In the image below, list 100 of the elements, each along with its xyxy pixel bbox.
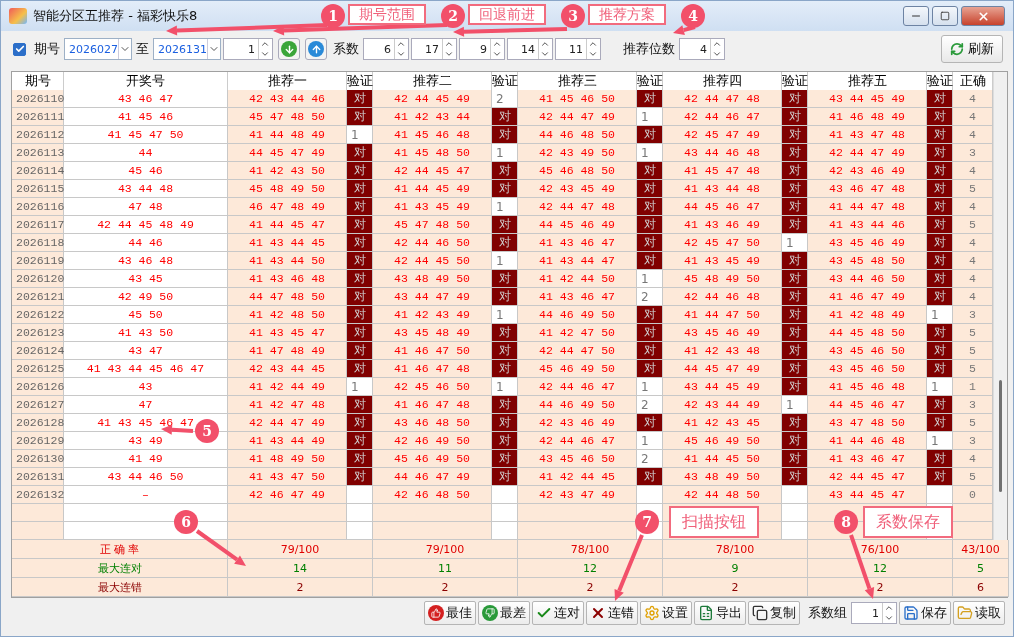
recommendation-cell: 41 45 48 50 [373,144,492,162]
verify-cell: 对 [347,450,373,468]
period-checkbox[interactable] [13,42,26,56]
summary-value: 9 [663,559,808,578]
arrow-down-icon [281,41,297,57]
toolbar-button[interactable]: 最佳 [424,601,476,625]
number-spinner[interactable]: 4 [679,38,725,60]
verify-cell: 对 [637,414,663,432]
period-cell: 2026122 [12,306,64,324]
to-period-dropdown[interactable]: 2026131 [153,38,221,60]
recommendation-cell: 43 47 48 50 [808,414,927,432]
draw-cell: 43 44 48 [64,180,228,198]
recommendation-cell: 44 45 46 47 [663,198,782,216]
period-cell: 2026127 [12,396,64,414]
back-button[interactable] [278,38,300,60]
correct-cell: 0 [953,486,993,504]
recommendation-cell: 41 45 46 50 [518,90,637,108]
recommendation-cell: 42 44 47 49 [518,108,637,126]
summary-label: 正 确 率 [12,540,228,559]
summary-value: 76/100 [808,540,953,559]
toolbar-button[interactable]: 复制 [748,601,800,625]
recommendation-cell: 41 43 46 47 [518,288,637,306]
recommendation-cell: 41 42 43 49 [373,306,492,324]
recommendation-cell: 41 48 49 50 [228,450,347,468]
period-cell: 2026131 [12,468,64,486]
correct-cell: 4 [953,126,993,144]
correct-cell: 4 [953,90,993,108]
digits-label: 推荐位数 [623,40,675,58]
verify-cell: 对 [637,468,663,486]
verify-cell: 2 [637,450,663,468]
verify-cell: 1 [347,126,373,144]
recommendation-cell: 42 43 47 49 [518,486,637,504]
recommendation-cell: 44 45 47 49 [663,360,782,378]
number-spinner[interactable]: 1 [223,38,273,60]
recommendation-cell: 41 44 45 49 [373,180,492,198]
draw-cell: 45 46 [64,162,228,180]
summary-value: 2 [228,578,373,597]
number-spinner[interactable]: 6 [363,38,409,60]
draw-cell: 43 [64,378,228,396]
recommendation-cell: 41 42 44 50 [518,270,637,288]
forward-button[interactable] [305,38,327,60]
window-title: 智能分区五推荐 - 福彩快乐8 [33,7,198,25]
toolbar-button[interactable]: 连对 [532,601,584,625]
toolbar-button[interactable]: 设置 [640,601,692,625]
verify-cell: 对 [492,126,518,144]
checkmark-icon [14,44,25,54]
verify-cell: 对 [347,396,373,414]
verify-cell: 对 [347,90,373,108]
verify-cell: 对 [637,306,663,324]
draw-cell: 47 [64,396,228,414]
summary-label: 最大连错 [12,578,228,597]
verify-cell: 对 [347,234,373,252]
number-spinner[interactable]: 14 [507,38,553,60]
draw-cell: 41 45 46 [64,108,228,126]
recommendation-cell: 44 46 49 50 [518,396,637,414]
recommendation-cell: 44 46 49 50 [518,306,637,324]
period-cell: 2026110 [12,90,64,108]
correct-cell: 5 [953,342,993,360]
from-period-dropdown[interactable]: 2026027 [64,38,132,60]
scrollbar[interactable] [993,72,1007,540]
pointer-arrow [195,529,246,566]
summary-label: 最大连对 [12,559,228,578]
verify-cell: 对 [347,432,373,450]
verify-cell: 对 [927,270,953,288]
verify-cell: 对 [782,90,808,108]
verify-cell: 对 [492,108,518,126]
summary-value: 5 [953,559,1009,578]
recommendation-cell: 41 43 45 47 [228,324,347,342]
recommendation-cell: 42 45 46 50 [373,378,492,396]
verify-cell: 对 [492,360,518,378]
recommendation-cell: 41 46 47 48 [373,360,492,378]
verify-cell: 对 [347,270,373,288]
number-spinner[interactable]: 1 [851,602,897,624]
correct-cell: 5 [953,414,993,432]
toolbar-button[interactable]: 连错 [586,601,638,625]
number-spinner[interactable]: 11 [555,38,601,60]
recommendation-cell: 43 44 47 49 [373,288,492,306]
recommendation-cell: 44 45 46 49 [518,216,637,234]
summary-value: 78/100 [518,540,663,559]
verify-cell: 对 [347,414,373,432]
verify-cell: 对 [492,234,518,252]
recommendation-cell: 42 44 46 48 [663,288,782,306]
arrow-up-icon [308,41,324,57]
correct-cell: 5 [953,468,993,486]
toolbar-button[interactable]: 最差 [478,601,530,625]
toolbar-button[interactable]: 读取 [953,601,1005,625]
refresh-button[interactable]: 刷新 [941,35,1003,63]
close-button[interactable] [961,6,1005,26]
toolbar-button[interactable]: 保存 [899,601,951,625]
number-spinner[interactable]: 17 [411,38,457,60]
spreadsheet-icon [698,605,714,621]
correct-cell: 3 [953,396,993,414]
number-spinner[interactable]: 9 [459,38,505,60]
verify-cell: 对 [637,216,663,234]
recommendation-cell: 41 44 47 50 [663,306,782,324]
minimize-button[interactable] [903,6,929,26]
toolbar-button[interactable]: 导出 [694,601,746,625]
recommendation-cell: 41 42 48 50 [228,306,347,324]
verify-cell: 对 [927,126,953,144]
maximize-button[interactable] [932,6,958,26]
